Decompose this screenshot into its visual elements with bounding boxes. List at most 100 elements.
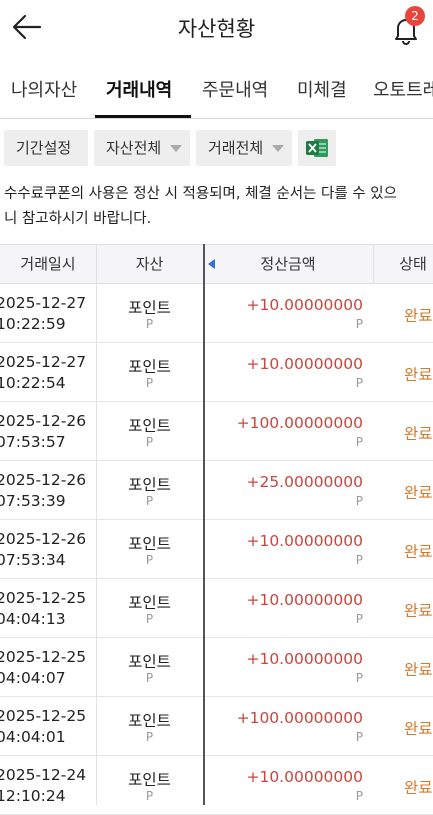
row-time: 04:04:01 — [0, 728, 66, 746]
row-amount: +100.00000000 — [236, 709, 363, 727]
row-datetime: 2025-12-26 07:53:57 — [0, 411, 86, 453]
row-datetime: 2025-12-25 04:04:07 — [0, 647, 86, 689]
row-asset: 포인트 — [128, 417, 171, 435]
row-asset-unit: P — [145, 671, 154, 685]
row-status: 완료 — [404, 484, 433, 502]
table-header: 거래일시 자산 정산금액 상태 — [0, 244, 433, 284]
tab-autotrade[interactable]: 오토트레 — [373, 76, 433, 102]
period-filter-button[interactable]: 기간설정 — [4, 130, 88, 166]
row-amount-unit: P — [355, 435, 363, 449]
row-amount: +25.00000000 — [246, 473, 363, 491]
row-datetime: 2025-12-27 10:22:59 — [0, 293, 86, 335]
column-divider — [373, 244, 374, 284]
row-amount-unit: P — [355, 494, 363, 508]
table-row[interactable]: 2025-12-26 07:53:39 포인트 P +25.00000000 P 완료 — [0, 461, 433, 520]
table-row[interactable]: 2025-12-27 10:22:54 포인트 P +10.00000000 P 완료 — [0, 343, 433, 402]
active-tab-indicator — [95, 115, 191, 118]
header-status[interactable]: 상태 — [373, 245, 433, 283]
row-asset: 포인트 — [128, 653, 171, 671]
notice-line-2: 니 참고하시기 바랍니다. — [4, 211, 152, 227]
row-amount-unit: P — [355, 553, 363, 567]
row-asset: 포인트 — [128, 299, 171, 317]
row-datetime: 2025-12-25 04:04:01 — [0, 706, 86, 748]
row-status: 완료 — [404, 425, 433, 443]
row-asset: 포인트 — [128, 358, 171, 376]
row-amount: +10.00000000 — [246, 355, 363, 373]
row-date: 2025-12-26 — [0, 412, 87, 430]
row-asset: 포인트 — [128, 476, 171, 494]
row-amount-unit: P — [355, 376, 363, 390]
table-row[interactable]: 2025-12-25 04:04:07 포인트 P +10.00000000 P 완료 — [0, 638, 433, 697]
asset-filter-dropdown[interactable]: 자산전체 — [94, 130, 190, 166]
column-divider — [96, 244, 97, 805]
row-asset: 포인트 — [128, 771, 171, 789]
excel-icon — [306, 139, 328, 157]
row-asset-unit: P — [145, 494, 154, 508]
row-amount: +10.00000000 — [246, 296, 363, 314]
row-amount-unit: P — [355, 789, 363, 803]
table-row[interactable]: 2025-12-26 07:53:34 포인트 P +10.00000000 P 완료 — [0, 520, 433, 579]
table-row[interactable]: 2025-12-26 07:53:57 포인트 P +100.00000000 P 완료 — [0, 402, 433, 461]
row-status: 완료 — [404, 661, 433, 679]
row-status: 완료 — [404, 543, 433, 561]
tab-unfilled[interactable]: 미체결 — [297, 76, 347, 102]
chevron-down-icon — [170, 145, 182, 152]
row-asset-unit: P — [145, 317, 154, 331]
fee-coupon-notice: 수수료쿠폰의 사용은 정산 시 적용되며, 체결 순서는 다를 수 있으 니 참… — [4, 182, 433, 232]
header-asset[interactable]: 자산 — [96, 245, 203, 283]
row-asset-unit: P — [145, 730, 154, 744]
page-title: 자산현황 — [177, 17, 256, 41]
tab-orders[interactable]: 주문내역 — [202, 76, 268, 102]
row-datetime: 2025-12-27 10:22:54 — [0, 352, 86, 394]
table-row[interactable]: 2025-12-25 04:04:13 포인트 P +10.00000000 P 완료 — [0, 579, 433, 638]
row-amount: +10.00000000 — [246, 591, 363, 609]
row-date: 2025-12-26 — [0, 471, 87, 489]
trade-filter-label: 거래전체 — [208, 139, 264, 157]
row-amount: +10.00000000 — [246, 768, 363, 786]
row-date: 2025-12-24 — [0, 766, 87, 784]
frozen-column-divider — [203, 244, 205, 805]
row-datetime: 2025-12-26 07:53:34 — [0, 529, 86, 571]
table-row[interactable]: 2025-12-24 12:10:24 포인트 P +10.00000000 P 완료 — [0, 756, 433, 815]
row-time: 07:53:39 — [0, 492, 66, 510]
chevron-down-icon — [272, 145, 284, 152]
table-row[interactable]: 2025-12-25 04:04:01 포인트 P +100.00000000 P 완료 — [0, 697, 433, 756]
row-amount: +100.00000000 — [236, 414, 363, 432]
notification-badge: 2 — [405, 6, 425, 26]
row-date: 2025-12-27 — [0, 353, 87, 371]
row-date: 2025-12-25 — [0, 589, 87, 607]
row-time: 12:10:24 — [0, 787, 66, 805]
header-date[interactable]: 거래일시 — [0, 245, 96, 283]
row-date: 2025-12-26 — [0, 530, 87, 548]
row-amount-unit: P — [355, 730, 363, 744]
app-header: 자산현황 2 — [0, 0, 433, 54]
row-asset-unit: P — [145, 435, 154, 449]
trade-filter-dropdown[interactable]: 거래전체 — [196, 130, 292, 166]
row-time: 04:04:13 — [0, 610, 66, 628]
row-amount: +10.00000000 — [246, 650, 363, 668]
tab-transactions[interactable]: 거래내역 — [106, 76, 172, 102]
row-time: 10:22:59 — [0, 315, 66, 333]
row-asset-unit: P — [145, 376, 154, 390]
row-status: 완료 — [404, 779, 433, 797]
row-asset: 포인트 — [128, 535, 171, 553]
row-amount-unit: P — [355, 612, 363, 626]
row-status: 완료 — [404, 720, 433, 738]
row-datetime: 2025-12-24 12:10:24 — [0, 765, 86, 807]
row-amount-unit: P — [355, 317, 363, 331]
excel-download-button[interactable] — [298, 130, 336, 166]
tab-my-assets[interactable]: 나의자산 — [11, 76, 77, 102]
row-date: 2025-12-25 — [0, 648, 87, 666]
row-time: 07:53:57 — [0, 433, 66, 451]
row-asset: 포인트 — [128, 594, 171, 612]
row-time: 10:22:54 — [0, 374, 66, 392]
row-datetime: 2025-12-26 07:53:39 — [0, 470, 86, 512]
tab-bar: 나의자산 거래내역 주문내역 미체결 오토트레 — [0, 64, 433, 119]
row-asset-unit: P — [145, 789, 154, 803]
row-time: 04:04:07 — [0, 669, 66, 687]
row-date: 2025-12-25 — [0, 707, 87, 725]
header-amount[interactable]: 정산금액 — [203, 245, 373, 283]
table-row[interactable]: 2025-12-27 10:22:59 포인트 P +10.00000000 P 완료 — [0, 284, 433, 343]
row-amount-unit: P — [355, 671, 363, 685]
row-status: 완료 — [404, 366, 433, 384]
